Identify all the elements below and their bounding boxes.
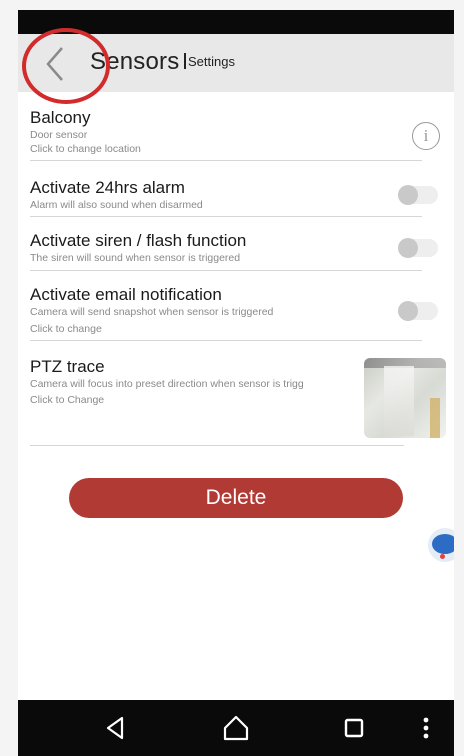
change-location-hint: Click to change location <box>30 143 141 155</box>
system-nav-bar <box>18 700 454 756</box>
bubble-icon <box>432 534 454 554</box>
email-title: Activate email notification <box>30 285 222 304</box>
siren-title: Activate siren / flash function <box>30 231 247 250</box>
divider <box>30 270 422 271</box>
sensor-type: Door sensor <box>30 129 88 141</box>
alarm24-row[interactable]: Activate 24hrs alarm Alarm will also sou… <box>30 178 430 212</box>
email-desc: Camera will send snapshot when sensor is… <box>30 306 274 318</box>
email-hint: Click to change <box>30 323 102 335</box>
floating-assistant-bubble[interactable] <box>428 528 454 562</box>
location-row[interactable]: Balcony Door sensor Click to change loca… <box>30 108 430 156</box>
ptz-preset-thumbnail[interactable] <box>364 358 446 438</box>
page-subtitle-text: Settings <box>188 54 235 69</box>
toggle-knob <box>398 238 418 258</box>
alarm24-desc: Alarm will also sound when disarmed <box>30 199 203 211</box>
top-margin <box>18 0 454 10</box>
phone-screen: Sensors Settings Balcony Door sensor Cli… <box>18 0 454 756</box>
siren-toggle[interactable] <box>398 238 438 258</box>
sensor-name: Balcony <box>30 108 91 127</box>
alarm24-toggle[interactable] <box>398 185 438 205</box>
toggle-knob <box>398 185 418 205</box>
email-toggle[interactable] <box>398 301 438 321</box>
divider <box>30 445 404 446</box>
nav-back-button[interactable] <box>100 712 132 744</box>
thumbnail-object <box>430 398 440 438</box>
app-header: Sensors Settings <box>18 34 454 92</box>
delete-button[interactable]: Delete <box>69 478 403 518</box>
divider <box>30 160 422 161</box>
home-icon <box>223 715 249 741</box>
divider <box>30 216 422 217</box>
siren-desc: The siren will sound when sensor is trig… <box>30 252 241 264</box>
back-button[interactable] <box>36 44 76 84</box>
title-separator <box>184 53 186 69</box>
email-row[interactable]: Activate email notification Camera will … <box>30 285 430 336</box>
page-subtitle: Settings <box>184 53 235 69</box>
notification-dot <box>440 554 445 559</box>
page-title: Sensors <box>90 48 180 75</box>
info-icon[interactable]: i <box>412 122 440 150</box>
status-bar <box>18 10 454 34</box>
nav-recents-button[interactable] <box>338 712 370 744</box>
alarm24-title: Activate 24hrs alarm <box>30 178 185 197</box>
ptz-desc: Camera will focus into preset direction … <box>30 378 304 390</box>
square-recents-icon <box>344 718 364 738</box>
chevron-left-icon <box>46 47 63 81</box>
ptz-title: PTZ trace <box>30 357 105 376</box>
thumbnail-object <box>384 366 414 436</box>
nav-more-button[interactable] <box>416 712 436 744</box>
divider <box>30 340 422 341</box>
more-vertical-icon <box>423 717 429 739</box>
toggle-knob <box>398 301 418 321</box>
triangle-back-icon <box>106 716 124 740</box>
siren-row[interactable]: Activate siren / flash function The sire… <box>30 231 430 265</box>
ptz-row[interactable]: PTZ trace Camera will focus into preset … <box>30 357 360 407</box>
ptz-hint: Click to Change <box>30 394 105 406</box>
nav-home-button[interactable] <box>220 712 252 744</box>
